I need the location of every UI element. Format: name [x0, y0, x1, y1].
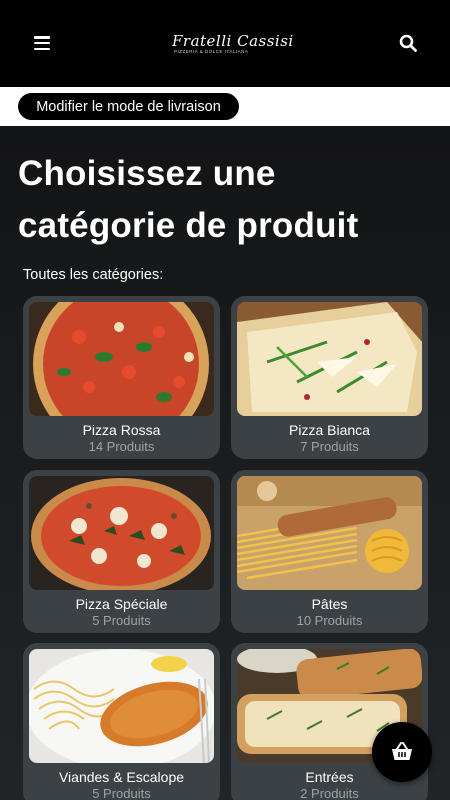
category-card-pizza-rossa[interactable]: Pizza Rossa 14 Produits — [23, 296, 220, 459]
hamburger-menu-icon[interactable] — [34, 36, 50, 50]
category-count: 14 Produits — [88, 439, 155, 454]
logo-subtitle: PIZZERIA & DOLCE ITALIANA — [174, 48, 249, 54]
category-name: Pizza Spéciale — [75, 596, 168, 612]
category-count: 10 Produits — [296, 613, 363, 628]
category-card-pates[interactable]: Pâtes 10 Produits — [231, 470, 428, 633]
pizza-bianca-image — [237, 302, 422, 416]
top-bar: Fratelli Cassisi PIZZERIA & DOLCE ITALIA… — [0, 0, 450, 87]
section-label: Toutes les catégories: — [23, 267, 164, 283]
page-title: Choisissez une catégorie de produit — [18, 154, 359, 245]
category-count: 7 Produits — [300, 439, 359, 454]
shopping-basket-icon — [392, 742, 412, 760]
category-card-pizza-speciale[interactable]: Pizza Spéciale 5 Produits — [23, 470, 220, 633]
pizza-speciale-image — [29, 476, 214, 590]
cart-button[interactable] — [372, 722, 432, 782]
category-count: 2 Produits — [300, 786, 359, 800]
viandes-escalope-image — [29, 649, 214, 763]
pates-image — [237, 476, 422, 590]
change-delivery-mode-button[interactable]: Modifier le mode de livraison — [18, 93, 239, 120]
category-name: Pâtes — [311, 596, 348, 612]
brand-logo[interactable]: Fratelli Cassisi PIZZERIA & DOLCE ITALIA… — [170, 26, 293, 60]
pizza-rossa-image — [29, 302, 214, 416]
category-card-pizza-bianca[interactable]: Pizza Bianca 7 Produits — [231, 296, 428, 459]
search-icon[interactable] — [399, 34, 417, 52]
category-count: 5 Produits — [92, 613, 151, 628]
category-name: Viandes & Escalope — [58, 769, 185, 785]
delivery-bar: Modifier le mode de livraison — [0, 87, 450, 126]
category-card-viandes-escalope[interactable]: Viandes & Escalope 5 Produits — [23, 643, 220, 800]
category-name: Pizza Bianca — [289, 422, 370, 438]
category-name: Pizza Rossa — [82, 422, 161, 438]
category-count: 5 Produits — [92, 786, 151, 800]
logo-name: Fratelli Cassisi — [172, 31, 294, 50]
